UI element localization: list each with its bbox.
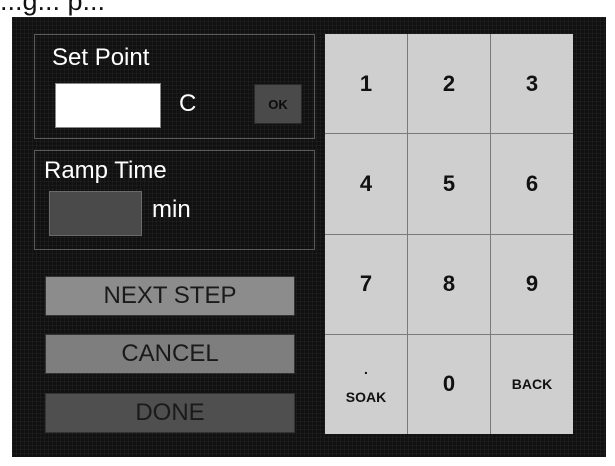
setpoint-ok-button[interactable]: OK	[254, 84, 302, 124]
ramp-time-input[interactable]	[49, 191, 142, 236]
soak-label: SOAK	[345, 389, 387, 406]
ramp-label: Ramp Time	[44, 157, 167, 184]
key-4[interactable]: 4	[325, 134, 407, 234]
key-8[interactable]: 8	[408, 234, 490, 334]
key-0[interactable]: 0	[408, 334, 490, 434]
key-2[interactable]: 2	[408, 34, 490, 134]
key-9[interactable]: 9	[491, 234, 573, 334]
key-6[interactable]: 6	[491, 134, 573, 234]
done-button[interactable]: DONE	[45, 393, 295, 433]
key-5[interactable]: 5	[408, 134, 490, 234]
key-1[interactable]: 1	[325, 34, 407, 134]
key-back[interactable]: BACK	[491, 334, 573, 434]
setpoint-label: Set Point	[52, 44, 150, 71]
cropped-header-text: ...g... p...	[0, 0, 106, 16]
key-7[interactable]: 7	[325, 234, 407, 334]
key-3[interactable]: 3	[491, 34, 573, 134]
cancel-button[interactable]: CANCEL	[45, 334, 295, 374]
dot-label: .	[364, 361, 368, 378]
setpoint-input[interactable]	[55, 83, 161, 128]
ramp-unit: min	[152, 196, 191, 223]
key-dot-soak[interactable]: . SOAK	[325, 334, 407, 434]
next-step-button[interactable]: NEXT STEP	[45, 276, 295, 316]
setpoint-unit: C	[179, 90, 197, 117]
numeric-keypad: 1 2 3 4 5 6 7 8 9 . SOAK 0 BACK	[325, 34, 573, 434]
